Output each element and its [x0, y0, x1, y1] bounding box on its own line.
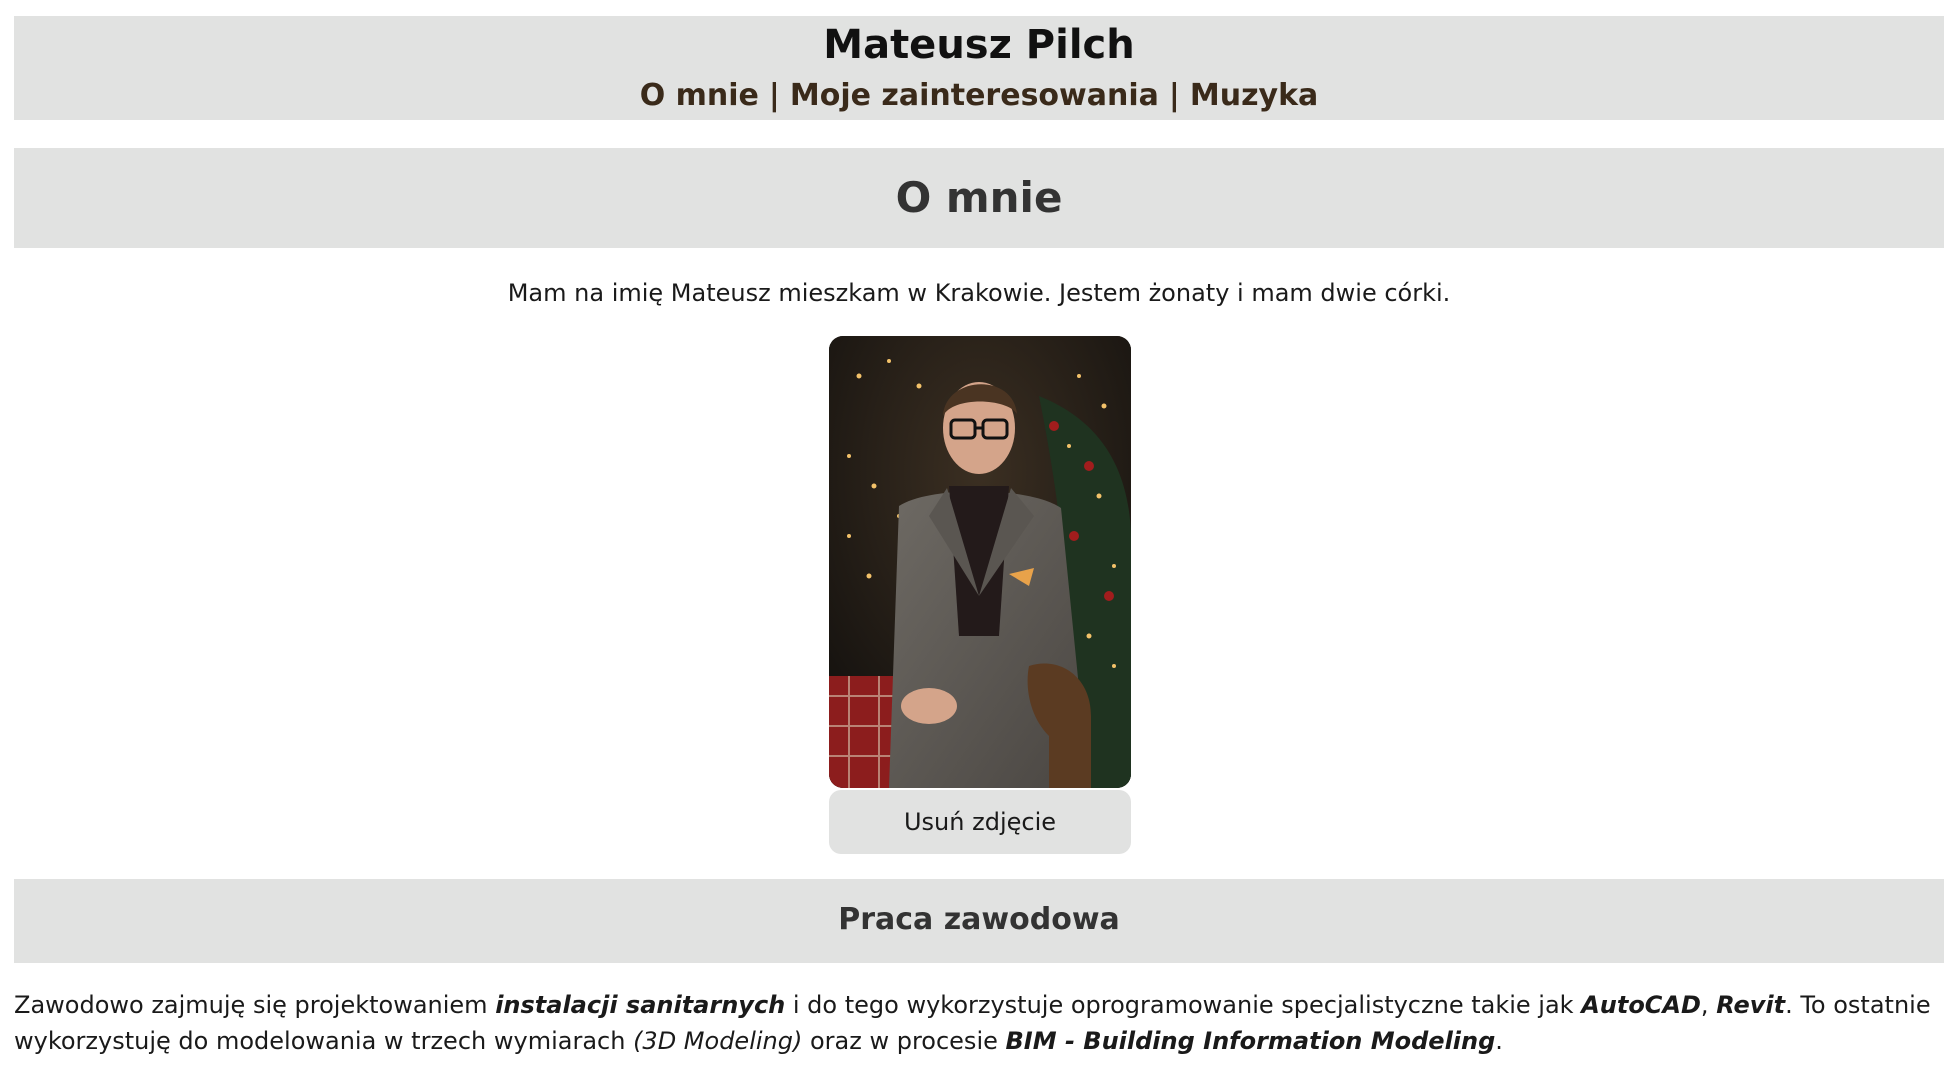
- work-text-part: i do tego wykorzystuje oprogramowanie sp…: [785, 991, 1582, 1019]
- about-intro-text: Mam na imię Mateusz mieszkam w Krakowie.…: [507, 279, 1451, 307]
- portrait-photo: [829, 336, 1131, 788]
- work-heading: Praca zawodowa: [838, 902, 1120, 937]
- work-text-part: .: [1495, 1027, 1503, 1055]
- work-emphasis-autocad: AutoCAD: [1581, 991, 1701, 1019]
- work-text-part: oraz w procesie: [802, 1027, 1006, 1055]
- work-emphasis-instalacje: instalacji sanitarnych: [495, 991, 786, 1019]
- nav-separator: |: [768, 78, 780, 113]
- nav-separator: |: [1168, 78, 1180, 113]
- work-emphasis-bim: BIM - Building Information Modeling: [1005, 1027, 1496, 1055]
- nav-link-moje-zainteresowania[interactable]: Moje zainteresowania: [790, 78, 1159, 113]
- page: Mateusz Pilch O mnie | Moje zainteresowani…: [0, 0, 1958, 1072]
- site-title: Mateusz Pilch: [823, 22, 1135, 68]
- work-emphasis-revit: Revit: [1716, 991, 1786, 1019]
- nav-link-muzyka[interactable]: Muzyka: [1190, 78, 1318, 113]
- nav-link-o-mnie[interactable]: O mnie: [640, 78, 759, 113]
- work-text-part: ,: [1700, 991, 1717, 1019]
- site-nav: O mnie | Moje zainteresowania | Muzyka: [0, 76, 1958, 116]
- work-paragraph: Zawodowo zajmuję się projektowaniem inst…: [14, 987, 1944, 1059]
- about-heading: O mnie: [895, 173, 1063, 222]
- work-text-part: Zawodowo zajmuję się projektowaniem: [14, 991, 496, 1019]
- work-italic-3d-modeling: (3D Modeling): [633, 1027, 803, 1055]
- remove-photo-button[interactable]: Usuń zdjęcie: [829, 790, 1131, 854]
